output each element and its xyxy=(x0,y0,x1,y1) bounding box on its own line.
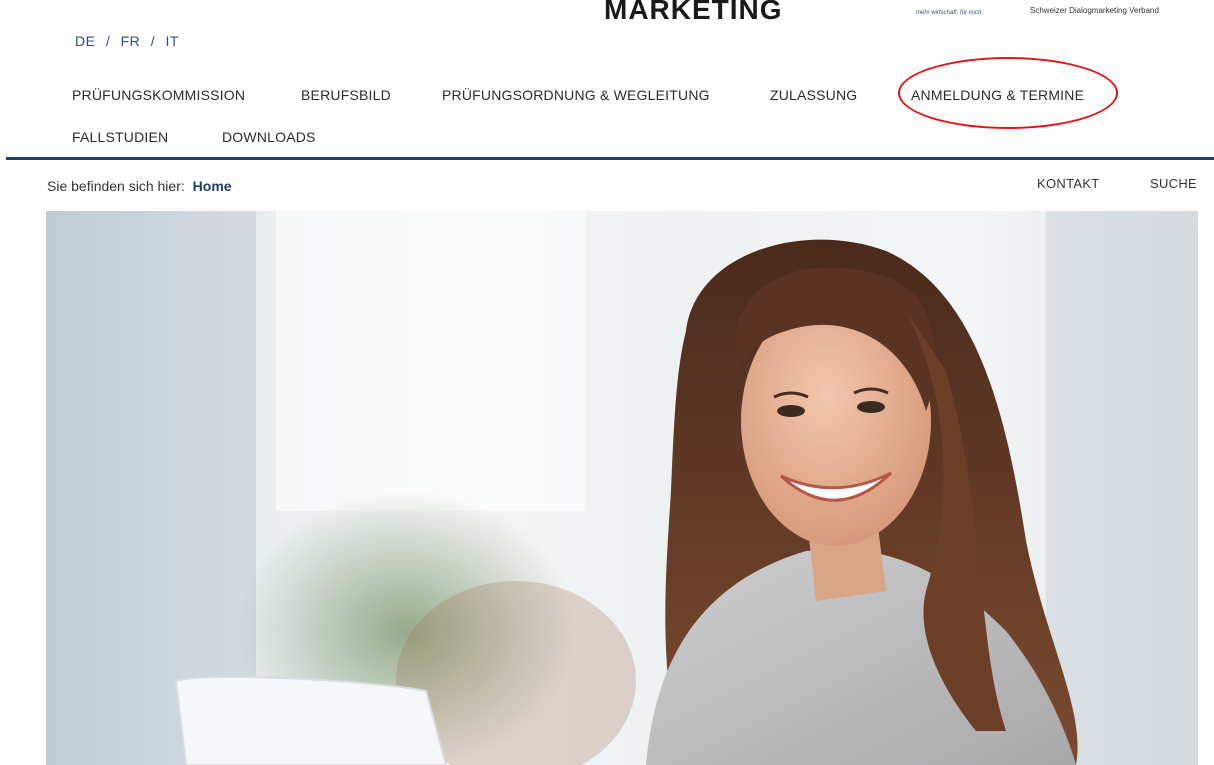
lang-separator: / xyxy=(105,33,111,49)
header-divider xyxy=(6,157,1214,160)
breadcrumb: Sie befinden sich hier: Home xyxy=(47,178,232,194)
partner-logo-sdv[interactable]: Schweizer Dialogmarketing Verband xyxy=(1030,6,1159,15)
hero-image xyxy=(46,211,1198,765)
logo-marketing[interactable]: MARKETING xyxy=(604,0,783,26)
contact-link[interactable]: KONTAKT xyxy=(1037,176,1100,191)
lang-it[interactable]: IT xyxy=(165,33,178,49)
language-switcher: DE / FR / IT xyxy=(72,33,182,49)
breadcrumb-prefix: Sie befinden sich hier: xyxy=(47,178,185,194)
nav-anmeldung-termine[interactable]: ANMELDUNG & TERMINE xyxy=(911,87,1084,103)
lang-de[interactable]: DE xyxy=(75,33,95,49)
lang-fr[interactable]: FR xyxy=(121,33,141,49)
hero-photo-woman-laptop xyxy=(46,211,1198,765)
partner-logo-tagline[interactable]: mehr wirtschaft. für mich. xyxy=(916,10,983,16)
nav-pruefungskommission[interactable]: PRÜFUNGSKOMMISSION xyxy=(72,87,245,103)
breadcrumb-home-link[interactable]: Home xyxy=(193,178,232,194)
nav-downloads[interactable]: DOWNLOADS xyxy=(222,129,316,145)
nav-berufsbild[interactable]: BERUFSBILD xyxy=(301,87,391,103)
nav-zulassung[interactable]: ZULASSUNG xyxy=(770,87,857,103)
search-link[interactable]: SUCHE xyxy=(1150,176,1197,191)
nav-fallstudien[interactable]: FALLSTUDIEN xyxy=(72,129,168,145)
lang-separator: / xyxy=(150,33,156,49)
nav-pruefungsordnung-wegleitung[interactable]: PRÜFUNGSORDNUNG & WEGLEITUNG xyxy=(442,87,710,103)
